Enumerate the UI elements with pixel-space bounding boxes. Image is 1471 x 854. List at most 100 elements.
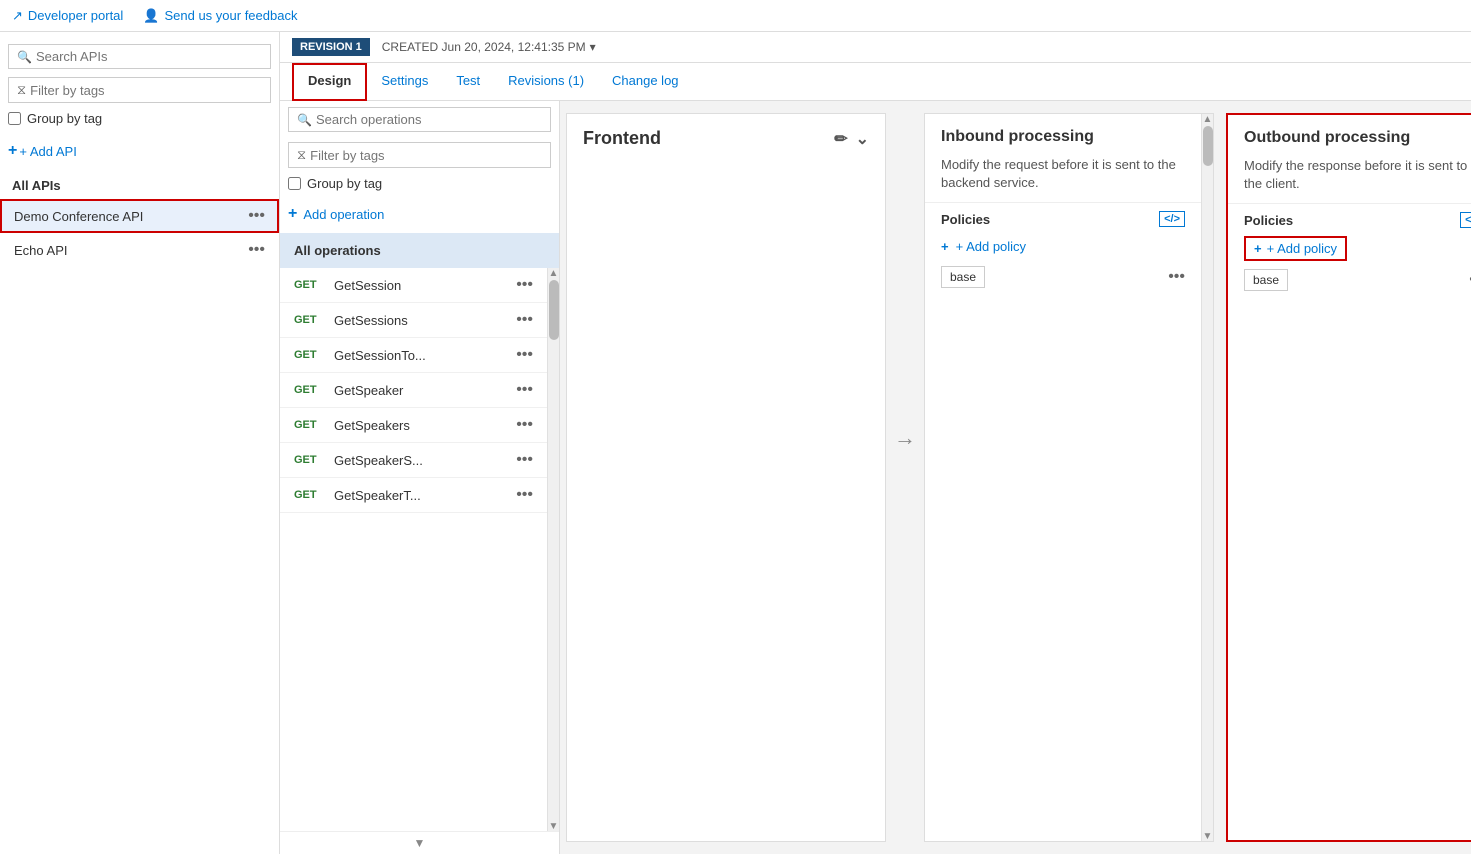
group-by-tag-ops-checkbox[interactable]: Group by tag — [288, 176, 551, 191]
sidebar: 🔍 ⧖ Group by tag + + Add API All APIs De… — [0, 32, 280, 854]
filter-ops-input[interactable] — [310, 148, 542, 163]
filter-tags-icon: ⧖ — [17, 82, 26, 98]
inbound-scroll-thumb[interactable] — [1203, 126, 1213, 166]
top-bar: ↗ Developer portal 👤 Send us your feedba… — [0, 0, 1471, 32]
ops-item-getspeakers[interactable]: GET GetSpeakers ••• — [280, 408, 547, 443]
ops-item-getspeaker[interactable]: GET GetSpeaker ••• — [280, 373, 547, 408]
filter-ops-tags-field[interactable]: ⧖ — [288, 142, 551, 168]
ops-item-getspeakers2[interactable]: GET GetSpeakerS... ••• — [280, 443, 547, 478]
ops-menu-getspeaker[interactable]: ••• — [516, 381, 533, 399]
group-by-tag-ops-check[interactable] — [288, 177, 301, 190]
ops-item-getsessionto[interactable]: GET GetSessionTo... ••• — [280, 338, 547, 373]
add-api-button[interactable]: + + Add API — [8, 138, 271, 164]
tab-settings[interactable]: Settings — [367, 63, 442, 100]
revision-badge: REVISION 1 — [292, 38, 370, 56]
ops-name-getspeakers2: GetSpeakerS... — [334, 453, 423, 468]
add-operation-button[interactable]: + Add operation — [288, 201, 551, 227]
ops-item-getspeakert[interactable]: GET GetSpeakerT... ••• — [280, 478, 547, 513]
ops-scroll-down-indicator[interactable]: ▼ — [280, 831, 559, 854]
inbound-base-tag[interactable]: base — [941, 266, 985, 288]
feedback-link[interactable]: 👤 Send us your feedback — [143, 8, 297, 24]
frontend-panel-header: Frontend ✏ ⌄ — [567, 114, 885, 159]
revision-bar: REVISION 1 CREATED Jun 20, 2024, 12:41:3… — [280, 32, 1471, 63]
ops-method-getsessionto: GET — [294, 349, 324, 361]
filter-ops-icon: ⧖ — [297, 147, 306, 163]
sidebar-item-demo-conference-api[interactable]: Demo Conference API ••• — [0, 199, 279, 233]
outbound-panel-desc: Modify the response before it is sent to… — [1228, 157, 1471, 203]
ops-method-getspeakers2: GET — [294, 454, 324, 466]
main-layout: 🔍 ⧖ Group by tag + + Add API All APIs De… — [0, 32, 1471, 854]
search-apis-input[interactable] — [36, 49, 262, 64]
inbound-policies-header: Policies </> — [941, 211, 1185, 227]
add-op-icon: + — [288, 205, 297, 223]
ops-scroll-area: GET GetSession ••• GET GetSessions ••• — [280, 268, 559, 831]
search-apis-icon: 🔍 — [17, 50, 32, 64]
ops-name-getsession: GetSession — [334, 278, 401, 293]
content-area: REVISION 1 CREATED Jun 20, 2024, 12:41:3… — [280, 32, 1471, 854]
ops-scrollbar[interactable]: ▲ ▼ — [547, 268, 559, 831]
inbound-scroll-down[interactable]: ▼ — [1203, 833, 1213, 839]
group-by-tag-checkbox[interactable]: Group by tag — [8, 111, 271, 126]
all-operations-item[interactable]: All operations — [280, 233, 559, 268]
ops-name-getspeakert: GetSpeakerT... — [334, 488, 421, 503]
inbound-policy-dots[interactable]: ••• — [1168, 268, 1185, 286]
filter-tags-input[interactable] — [30, 83, 262, 98]
ops-list: GET GetSession ••• GET GetSessions ••• — [280, 268, 547, 831]
outbound-area: Outbound processing Modify the response … — [1226, 113, 1471, 842]
outbound-add-policy-button[interactable]: + + Add policy — [1244, 236, 1347, 261]
all-apis-header: All APIs — [0, 172, 279, 199]
echo-api-menu-button[interactable]: ••• — [248, 241, 265, 259]
outbound-panel-inner: Outbound processing Modify the response … — [1228, 115, 1471, 840]
inbound-scroll-up[interactable]: ▲ — [1203, 116, 1213, 122]
ops-method-getsession: GET — [294, 279, 324, 291]
ops-menu-getspeakert[interactable]: ••• — [516, 486, 533, 504]
design-area: 🔍 ⧖ Group by tag + Add operation All ope… — [280, 101, 1471, 854]
tab-design[interactable]: Design — [292, 63, 367, 101]
ops-item-getsession[interactable]: GET GetSession ••• — [280, 268, 547, 303]
portal-icon: ↗ — [12, 8, 23, 24]
scrollbar-thumb[interactable] — [549, 280, 559, 340]
ops-item-getsessions[interactable]: GET GetSessions ••• — [280, 303, 547, 338]
demo-conference-api-menu-button[interactable]: ••• — [248, 207, 265, 225]
outbound-policies-section: Policies </> + + Add policy base ••• — [1228, 203, 1471, 299]
frontend-panel-icons: ✏ ⌄ — [834, 129, 869, 149]
frontend-chevron-icon[interactable]: ⌄ — [856, 129, 869, 149]
inbound-add-policy-button[interactable]: + + Add policy — [941, 235, 1185, 258]
outbound-policy-row: base ••• — [1244, 269, 1471, 291]
ops-menu-getsessions[interactable]: ••• — [516, 311, 533, 329]
search-operations-input[interactable] — [316, 112, 542, 127]
inbound-processing-panel: Inbound processing Modify the request be… — [924, 113, 1214, 842]
search-apis-field[interactable]: 🔍 — [8, 44, 271, 69]
ops-menu-getsessionto[interactable]: ••• — [516, 346, 533, 364]
add-api-icon: + — [8, 142, 17, 160]
revision-chevron-icon[interactable]: ▾ — [590, 40, 596, 54]
echo-api-label: Echo API — [14, 243, 67, 258]
scrollbar-down-arrow[interactable]: ▼ — [549, 823, 559, 829]
tab-revisions[interactable]: Revisions (1) — [494, 63, 598, 100]
ops-menu-getspeakers[interactable]: ••• — [516, 416, 533, 434]
ops-menu-getsession[interactable]: ••• — [516, 276, 533, 294]
outbound-base-tag[interactable]: base — [1244, 269, 1288, 291]
search-ops-icon: 🔍 — [297, 113, 312, 127]
ops-menu-getspeakers2[interactable]: ••• — [516, 451, 533, 469]
ops-method-getspeakers: GET — [294, 419, 324, 431]
frontend-panel: Frontend ✏ ⌄ — [566, 113, 886, 842]
arrow-frontend-inbound: → — [892, 425, 918, 451]
filter-by-tags-field[interactable]: ⧖ — [8, 77, 271, 103]
tab-change-log[interactable]: Change log — [598, 63, 693, 100]
outbound-policies-header: Policies </> — [1244, 212, 1471, 228]
outbound-code-icon[interactable]: </> — [1460, 212, 1471, 228]
ops-method-getsessions: GET — [294, 314, 324, 326]
tabs-bar: Design Settings Test Revisions (1) Chang… — [280, 63, 1471, 101]
frontend-edit-icon[interactable]: ✏ — [834, 129, 847, 149]
ops-name-getspeaker: GetSpeaker — [334, 383, 403, 398]
sidebar-item-echo-api[interactable]: Echo API ••• — [0, 233, 279, 267]
scrollbar-up-arrow[interactable]: ▲ — [549, 270, 559, 276]
developer-portal-link[interactable]: ↗ Developer portal — [12, 8, 123, 24]
group-by-tag-check[interactable] — [8, 112, 21, 125]
inbound-scrollbar[interactable]: ▲ ▼ — [1201, 114, 1213, 841]
inbound-code-icon[interactable]: </> — [1159, 211, 1185, 227]
tab-test[interactable]: Test — [442, 63, 494, 100]
search-operations-field[interactable]: 🔍 — [288, 107, 551, 132]
panels-area: Frontend ✏ ⌄ → Inbound processing — [560, 101, 1471, 854]
